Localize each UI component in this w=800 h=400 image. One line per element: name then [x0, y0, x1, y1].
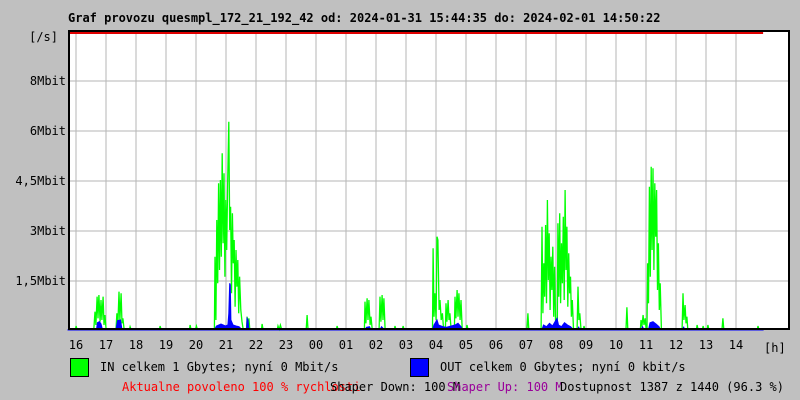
plot-area	[68, 30, 790, 330]
x-tick-label: 14	[729, 338, 743, 352]
x-tick-label: 23	[279, 338, 293, 352]
x-tick-label: 20	[189, 338, 203, 352]
traffic-chart: 16 17 18 19 20 21 22 23 00 01 02 03 04 05 06 07 08 09 10 11…	[15, 30, 790, 355]
availability-status: Dostupnost 1387 z 1440 (96.3 %)	[560, 380, 784, 394]
x-tick-label: 11	[639, 338, 653, 352]
x-tick-label: 10	[609, 338, 623, 352]
x-tick-label: 06	[489, 338, 503, 352]
y-axis-unit-label: [/s]	[29, 30, 58, 44]
x-tick-label: 17	[99, 338, 113, 352]
out-legend-label: OUT celkem 0 Gbytes; nyní 0 kbit/s	[440, 360, 686, 374]
in-legend-swatch	[70, 358, 89, 377]
x-tick-label: 08	[549, 338, 563, 352]
y-tick-label: 3Mbit	[30, 224, 66, 238]
x-tick-label: 02	[369, 338, 383, 352]
shaper-up-status: Shaper Up: 100 M	[447, 380, 563, 394]
y-tick-label: 8Mbit	[30, 74, 66, 88]
shaper-down-status: Shaper Down: 100 M	[330, 380, 461, 394]
x-tick-label: 12	[669, 338, 683, 352]
x-axis-unit-label: [h]	[764, 341, 786, 355]
x-tick-label: 21	[219, 338, 233, 352]
in-legend-label: IN celkem 1 Gbytes; nyní 0 Mbit/s	[100, 360, 339, 374]
y-tick-label: 4,5Mbit	[15, 174, 66, 188]
x-tick-label: 01	[339, 338, 353, 352]
out-legend-swatch	[410, 358, 429, 377]
x-tick-label: 03	[399, 338, 413, 352]
x-tick-label: 13	[699, 338, 713, 352]
x-tick-label: 00	[309, 338, 323, 352]
x-tick-label: 16	[69, 338, 83, 352]
x-tick-label: 18	[129, 338, 143, 352]
x-tick-label: 19	[159, 338, 173, 352]
y-tick-label: 6Mbit	[30, 124, 66, 138]
x-tick-label: 09	[579, 338, 593, 352]
x-tick-label: 04	[429, 338, 443, 352]
x-tick-label: 07	[519, 338, 533, 352]
y-tick-label: 1,5Mbit	[15, 274, 66, 288]
allowed-speed-status: Aktualne povoleno 100 % rychlosti	[122, 380, 361, 394]
x-tick-label: 22	[249, 338, 263, 352]
x-tick-label: 05	[459, 338, 473, 352]
